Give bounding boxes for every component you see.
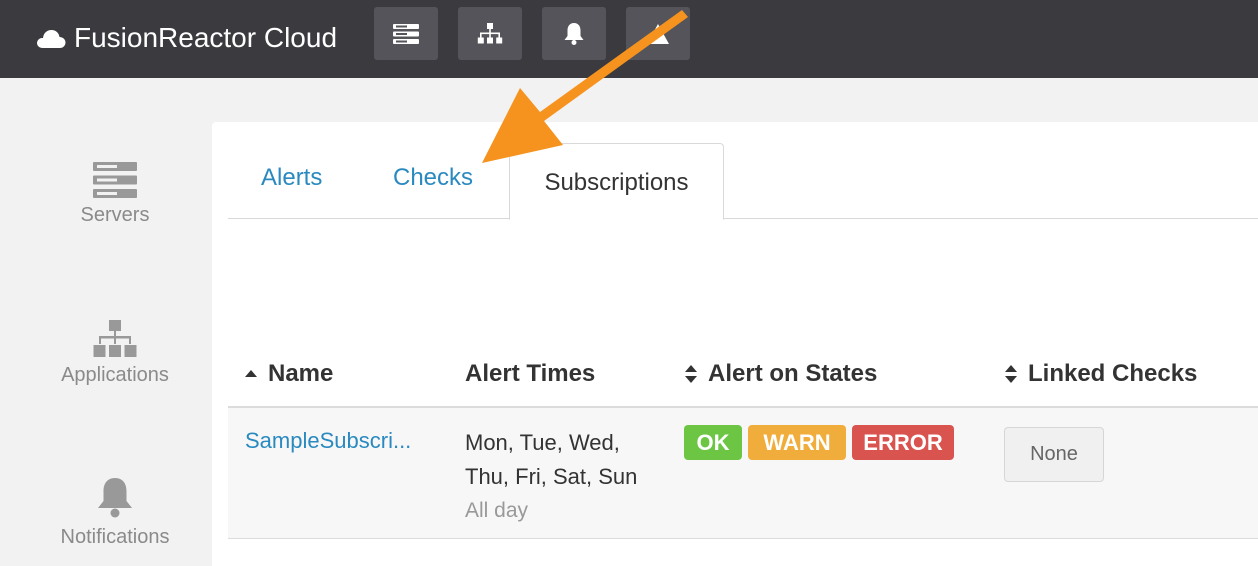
state-badge-ok: OK [684,425,742,460]
tab-label: Subscriptions [544,168,689,196]
sidebar-item-label: Applications [61,364,169,386]
brand[interactable]: FusionReactor Cloud [36,18,337,58]
brand-title: FusionReactor Cloud [74,22,338,53]
sort-both-icon [685,365,697,383]
servers-nav-button[interactable] [374,7,438,60]
state-badge-error: ERROR [852,425,954,460]
alerts-nav-button[interactable] [626,7,690,60]
servers-icon [393,23,419,44]
state-badge-warn: WARN [748,425,846,460]
column-header-alert-times: Alert Times [465,360,595,388]
applications-nav-button[interactable] [458,7,522,60]
tab-checks[interactable]: Checks [393,164,473,192]
tab-alerts[interactable]: Alerts [261,164,322,192]
sidebar-item-label: Notifications [60,526,170,548]
top-navbar: FusionReactor Cloud [0,0,1258,78]
sidebar-item-notifications[interactable]: Notifications [0,476,230,549]
linked-checks-button[interactable]: None [1004,427,1104,482]
bell-icon [98,478,132,518]
column-header-label: Linked Checks [1028,360,1198,387]
alert-times-days: Thu, Fri, Sat, Sun [465,464,638,489]
column-header-label: Alert Times [465,360,596,387]
sort-asc-icon [245,370,257,377]
column-header-label: Name [268,360,334,387]
subscription-name-link[interactable]: SampleSubscri... [245,428,411,454]
tab-subscriptions[interactable]: Subscriptions [509,143,724,220]
column-header-label: Alert on States [708,360,878,387]
warning-icon [647,23,669,44]
servers-icon [93,162,137,198]
tabs-divider [228,218,1258,219]
applications-icon [93,320,137,357]
sidebar-item-applications[interactable]: Applications [0,320,230,387]
sidebar-item-servers[interactable]: Servers [0,162,230,227]
sidebar-item-label: Servers [80,204,150,226]
alert-times-hours: All day [465,499,529,522]
sort-both-icon [1005,365,1017,383]
alert-times-cell: Mon, Tue, Wed, Thu, Fri, Sat, Sun All da… [465,426,637,528]
column-header-linked-checks[interactable]: Linked Checks [1004,360,1197,388]
alert-times-days: Mon, Tue, Wed, [465,430,620,455]
column-header-name[interactable]: Name [244,360,333,388]
cloud-icon [37,30,66,48]
bell-icon [564,22,584,45]
notifications-nav-button[interactable] [542,7,606,60]
column-header-alert-on-states[interactable]: Alert on States [684,360,877,388]
applications-icon [477,22,503,43]
